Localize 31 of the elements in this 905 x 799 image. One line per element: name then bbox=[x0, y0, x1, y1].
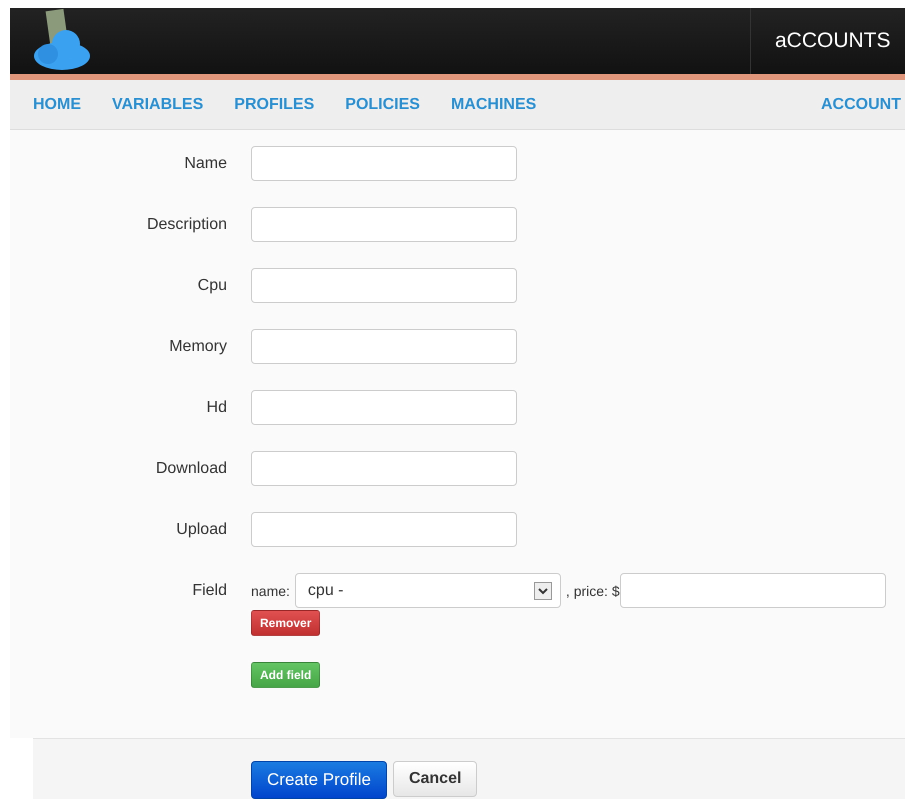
field-label: Memory bbox=[168, 337, 227, 356]
price-field[interactable] bbox=[620, 573, 886, 608]
input-field[interactable] bbox=[251, 146, 517, 181]
price-label: , price: $ bbox=[566, 582, 620, 598]
create-profile-button[interactable]: Create Profile bbox=[251, 761, 387, 799]
field-label: Download bbox=[154, 459, 227, 478]
name-label: name: bbox=[251, 582, 290, 598]
input-field[interactable] bbox=[251, 390, 517, 425]
name-select[interactable]: cpu - bbox=[294, 573, 561, 608]
input-field[interactable] bbox=[251, 329, 517, 364]
field-label: Field bbox=[191, 581, 227, 600]
nav-link[interactable]: VARIABLES bbox=[112, 96, 204, 114]
dropdown-icon bbox=[534, 582, 552, 600]
cancel-button[interactable]: Cancel bbox=[392, 761, 478, 797]
account-menu[interactable]: ACCOUNT bbox=[821, 96, 905, 114]
input-field[interactable] bbox=[251, 207, 517, 242]
nav-link[interactable]: HOME bbox=[33, 96, 81, 114]
nav-link[interactable]: MACHINES bbox=[450, 96, 536, 114]
field-label: Cpu bbox=[196, 276, 227, 295]
field-label: Upload bbox=[175, 520, 227, 539]
field-label: Description bbox=[146, 215, 227, 234]
input-field[interactable] bbox=[251, 451, 517, 486]
input-field[interactable] bbox=[251, 268, 517, 303]
nav-link[interactable]: PROFILES bbox=[234, 96, 314, 114]
input-field[interactable] bbox=[251, 512, 517, 547]
field-label: Name bbox=[183, 154, 227, 173]
nav-link[interactable]: POLICIES bbox=[345, 96, 420, 114]
brand-title: aCCOUNTS bbox=[775, 29, 891, 53]
remove-button[interactable]: Remover bbox=[251, 610, 320, 636]
add-field-button[interactable]: Add field bbox=[251, 662, 320, 688]
field-label: Hd bbox=[206, 398, 227, 417]
